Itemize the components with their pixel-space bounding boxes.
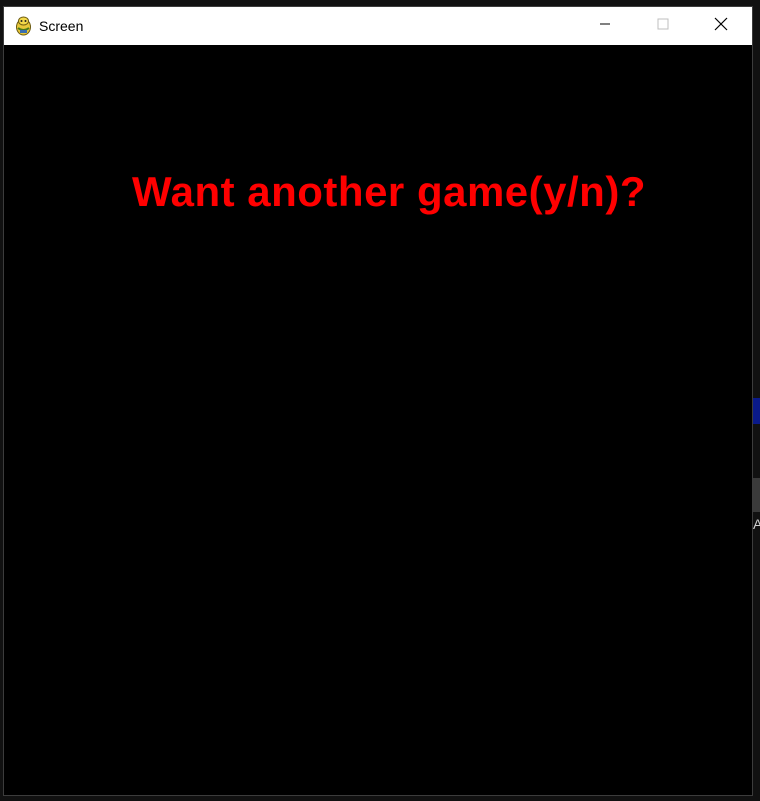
title-bar[interactable]: Screen <box>4 7 752 45</box>
pygame-snake-icon <box>14 16 33 36</box>
background-window-fragment <box>752 398 760 424</box>
maximize-icon <box>657 17 669 35</box>
minimize-button[interactable] <box>582 7 628 45</box>
replay-prompt-text: Want another game(y/n)? <box>132 168 646 215</box>
close-icon <box>714 17 728 36</box>
window-title: Screen <box>39 18 84 34</box>
game-canvas[interactable]: Want another game(y/n)? <box>4 45 752 795</box>
maximize-button[interactable] <box>640 7 686 45</box>
game-window: Screen Want another game(y/n)? <box>3 6 753 796</box>
background-scrollbar-fragment <box>752 478 760 512</box>
minimize-icon <box>599 17 611 35</box>
background-text-fragment: A <box>753 516 760 532</box>
close-button[interactable] <box>698 7 744 45</box>
